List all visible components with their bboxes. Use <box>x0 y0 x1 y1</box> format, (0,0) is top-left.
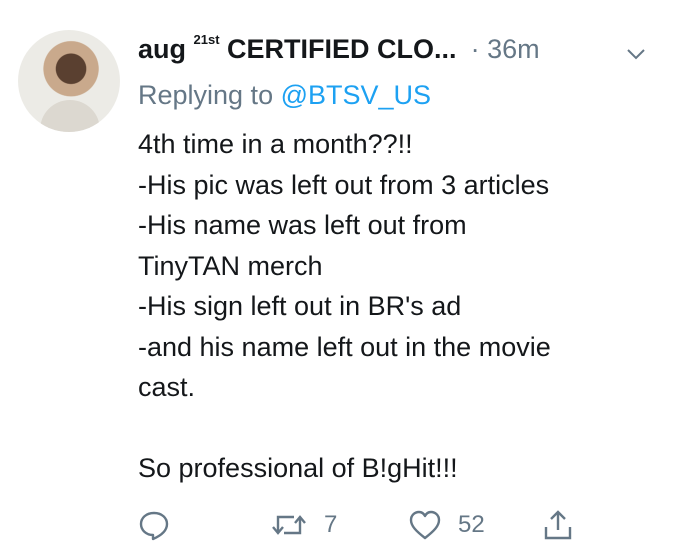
display-name[interactable]: aug 21st CERTIFIED CLO... <box>138 32 457 65</box>
tweet-line: TinyTAN merch <box>138 250 323 281</box>
reply-button[interactable] <box>138 505 170 545</box>
retweet-button[interactable]: 7 <box>270 505 337 545</box>
separator-dot: · <box>470 34 480 64</box>
tweet-line: -His sign left out in BR's ad <box>138 291 462 321</box>
tweet-line: 4th time in a month??!! <box>138 129 413 159</box>
name-main: CERTIFIED CLO... <box>219 34 457 64</box>
like-button[interactable]: 52 <box>408 505 485 545</box>
share-icon <box>542 509 574 541</box>
retweet-icon <box>270 510 308 540</box>
replying-handle-link[interactable]: @BTSV_US <box>281 80 431 110</box>
tweet-line: cast. <box>138 372 196 402</box>
like-count: 52 <box>458 511 485 538</box>
reply-bubble-icon <box>138 509 170 541</box>
retweet-count: 7 <box>324 511 338 538</box>
name-prefix: aug <box>138 34 194 64</box>
tweet-line: -His name was left out from <box>138 210 467 240</box>
replying-to: Replying to @BTSV_US <box>138 80 431 111</box>
avatar[interactable] <box>18 30 120 132</box>
tweet-line: -His pic was left out from 3 articles <box>138 169 550 200</box>
action-bar: 7 52 <box>138 505 658 545</box>
tweet-text: 4th time in a month??!! -His pic was lef… <box>138 124 658 488</box>
timestamp[interactable]: 36m <box>487 34 540 64</box>
tweet-header: aug 21st CERTIFIED CLO... · 36m <box>138 32 658 74</box>
tweet-line: -and his name left out in the movie <box>138 331 551 362</box>
share-button[interactable] <box>542 505 574 545</box>
name-superscript: 21st <box>193 32 220 47</box>
tweet-closing-line: So professional of B!gHit!!! <box>138 452 458 483</box>
chevron-down-icon[interactable] <box>622 40 650 68</box>
avatar-photo <box>40 100 100 132</box>
tweet-meta: · 36m <box>471 34 540 65</box>
heart-icon <box>408 510 442 540</box>
replying-label: Replying to <box>138 80 281 110</box>
